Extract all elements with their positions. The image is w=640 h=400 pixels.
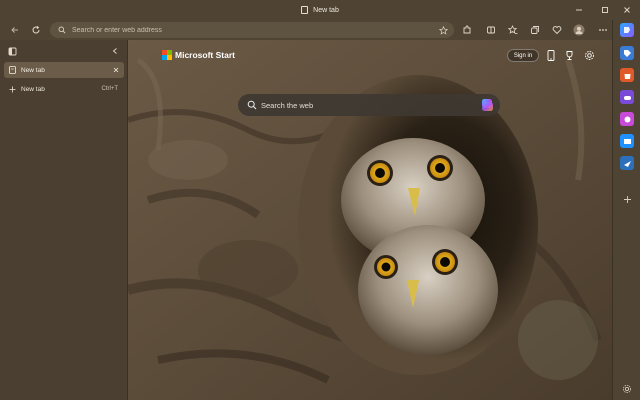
extensions-button[interactable] <box>460 23 474 37</box>
tab-new-tab[interactable]: New tab <box>4 62 124 78</box>
new-tab-shortcut: Ctrl+T <box>101 86 119 92</box>
tab-actions-icon[interactable] <box>8 47 17 56</box>
close-button[interactable] <box>614 0 640 20</box>
phone-button[interactable] <box>544 49 557 62</box>
search-icon <box>58 26 66 34</box>
tab-page-icon <box>9 66 16 74</box>
collections-icon <box>531 26 539 34</box>
sidebar-settings-button[interactable] <box>620 382 634 396</box>
drop-icon <box>623 160 631 167</box>
profile-button[interactable] <box>572 23 586 37</box>
maximize-icon <box>602 7 608 13</box>
copilot-icon <box>624 27 630 33</box>
favorites-star-icon[interactable] <box>439 25 448 35</box>
edge-tool-outlook[interactable] <box>620 134 634 148</box>
minimize-icon <box>576 9 582 11</box>
back-button[interactable] <box>8 23 22 37</box>
microsoft-start-logo[interactable]: Microsoft Start <box>162 50 235 60</box>
refresh-button[interactable] <box>29 23 43 37</box>
settings-gear-icon <box>623 385 631 393</box>
edge-tool-games[interactable] <box>620 90 634 104</box>
web-search-box[interactable] <box>238 94 500 116</box>
browser-essentials-button[interactable] <box>550 23 564 37</box>
tab-label: New tab <box>21 66 45 74</box>
split-screen-icon <box>487 26 495 34</box>
favorites-button[interactable] <box>506 23 520 37</box>
more-icon <box>599 29 607 31</box>
minimize-button[interactable] <box>566 0 592 20</box>
page-settings-button[interactable] <box>583 49 596 62</box>
toolbar <box>0 20 640 40</box>
phone-icon <box>547 50 554 61</box>
back-icon <box>11 27 18 33</box>
title-bar: New tab <box>0 0 640 20</box>
edge-tool-m365[interactable] <box>620 112 634 126</box>
plus-icon <box>9 86 16 92</box>
edge-tool-shopping[interactable] <box>620 68 634 82</box>
tab-icon <box>301 6 309 14</box>
sidebar-header <box>0 40 128 62</box>
copilot-sidebar-button[interactable] <box>620 23 634 37</box>
games-icon <box>623 95 631 100</box>
close-tab-icon[interactable] <box>113 67 119 73</box>
address-input[interactable] <box>66 22 439 38</box>
profile-avatar-icon <box>573 24 585 36</box>
edge-sidebar <box>612 20 640 400</box>
outlook-icon <box>623 138 631 144</box>
rewards-trophy-icon <box>566 51 573 60</box>
extensions-icon <box>463 25 471 34</box>
more-button[interactable] <box>596 23 610 37</box>
microsoft-logo-icon <box>162 50 172 60</box>
new-tab-page: Microsoft Start Sign in <box>128 40 612 400</box>
heart-pulse-icon <box>552 26 562 35</box>
office-icon <box>624 116 630 122</box>
collapse-pane-icon[interactable] <box>111 47 119 55</box>
vertical-tabs-pane: New tab New tab Ctrl+T <box>0 40 128 400</box>
rewards-button[interactable] <box>563 49 576 62</box>
add-sidebar-app-button[interactable] <box>620 192 634 206</box>
split-screen-button[interactable] <box>484 23 498 37</box>
brand-name: Microsoft Start <box>175 50 235 60</box>
shopping-icon <box>624 73 630 79</box>
tag-icon <box>623 49 631 57</box>
collections-button[interactable] <box>528 23 542 37</box>
settings-gear-icon <box>585 51 594 60</box>
edge-tool-drop[interactable] <box>620 156 634 170</box>
sign-in-button[interactable]: Sign in <box>507 49 539 62</box>
close-icon <box>624 7 630 13</box>
window-title: New tab <box>0 0 640 20</box>
window-title-text: New tab <box>313 6 339 14</box>
plus-icon <box>623 195 631 203</box>
favorites-list-icon <box>508 25 518 34</box>
refresh-icon <box>32 25 40 34</box>
web-search-input[interactable] <box>257 94 479 116</box>
new-tab-button[interactable]: New tab Ctrl+T <box>4 82 124 96</box>
search-icon <box>247 100 257 110</box>
copilot-icon[interactable] <box>479 97 495 113</box>
new-tab-label: New tab <box>21 85 45 93</box>
address-bar[interactable] <box>50 22 454 38</box>
edge-tool-search[interactable] <box>620 46 634 60</box>
